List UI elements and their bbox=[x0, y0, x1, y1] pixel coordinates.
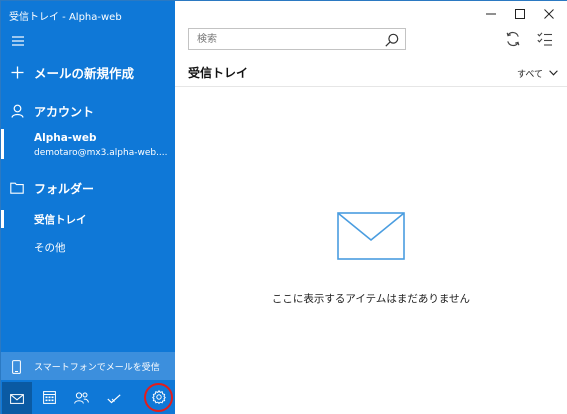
folder-label: 受信トレイ bbox=[34, 214, 87, 226]
maximize-button[interactable] bbox=[510, 5, 530, 21]
calendar-icon bbox=[42, 389, 56, 408]
chevron-down-icon bbox=[549, 69, 558, 79]
bottom-nav bbox=[1, 382, 175, 414]
filter-label: すべて bbox=[517, 70, 544, 80]
get-mail-on-phone-button[interactable]: スマートフォンでメールを受信 bbox=[1, 352, 175, 380]
calendar-nav-button[interactable] bbox=[34, 382, 64, 414]
todo-icon bbox=[107, 389, 121, 408]
search-box bbox=[188, 28, 406, 50]
highlight-circle bbox=[144, 383, 173, 412]
accounts-header-label: アカウント bbox=[34, 104, 95, 119]
search-input[interactable] bbox=[189, 29, 379, 49]
new-mail-label: メールの新規作成 bbox=[34, 65, 135, 81]
account-name: Alpha-web bbox=[34, 132, 97, 144]
folder-icon bbox=[10, 181, 24, 195]
window-title: 受信トレイ - Alpha-web bbox=[9, 12, 122, 23]
folder-label: その他 bbox=[34, 242, 66, 254]
maximize-icon bbox=[515, 4, 525, 23]
hamburger-menu-icon[interactable] bbox=[11, 32, 25, 46]
todo-nav-button[interactable] bbox=[99, 382, 129, 414]
mail-nav-button[interactable] bbox=[2, 382, 32, 414]
search-icon[interactable] bbox=[385, 32, 399, 51]
filter-dropdown[interactable]: すべて bbox=[517, 67, 558, 80]
divider bbox=[175, 86, 567, 87]
minimize-button[interactable] bbox=[481, 5, 501, 21]
folders-header-label: フォルダー bbox=[34, 181, 95, 196]
folder-item-other[interactable]: その他 bbox=[1, 236, 175, 258]
accounts-header[interactable]: アカウント bbox=[1, 101, 175, 121]
folder-item-inbox[interactable]: 受信トレイ bbox=[1, 208, 175, 230]
account-email: demotaro@mx3.alpha-web.... bbox=[34, 148, 168, 158]
phone-label: スマートフォンでメールを受信 bbox=[34, 363, 160, 373]
minimize-icon bbox=[486, 4, 496, 23]
mail-icon bbox=[10, 389, 24, 408]
people-nav-button[interactable] bbox=[66, 382, 96, 414]
envelope-icon bbox=[337, 212, 405, 260]
close-button[interactable] bbox=[539, 5, 559, 21]
selection-mode-button[interactable] bbox=[537, 31, 553, 47]
account-item[interactable]: Alpha-web demotaro@mx3.alpha-web.... bbox=[1, 127, 175, 163]
folder-title: 受信トレイ bbox=[188, 66, 249, 80]
people-icon bbox=[73, 389, 89, 408]
mail-app-window: 受信トレイ - Alpha-web メールの新規作成 アカウント Alpha-w… bbox=[0, 0, 567, 414]
sidebar: 受信トレイ - Alpha-web メールの新規作成 アカウント Alpha-w… bbox=[1, 1, 175, 414]
close-icon bbox=[544, 4, 554, 23]
phone-icon bbox=[12, 359, 21, 378]
empty-state-message: ここに表示するアイテムはまだありません bbox=[271, 293, 471, 305]
folders-header[interactable]: フォルダー bbox=[1, 178, 175, 198]
selection-indicator bbox=[1, 210, 4, 228]
checklist-icon bbox=[537, 32, 553, 51]
sync-button[interactable] bbox=[505, 31, 521, 47]
sync-icon bbox=[505, 31, 521, 51]
message-list-pane: 受信トレイ すべて ここに表示するアイテムはまだありません bbox=[175, 1, 567, 414]
new-mail-button[interactable]: メールの新規作成 bbox=[1, 61, 175, 83]
person-icon bbox=[10, 104, 24, 118]
selection-indicator bbox=[1, 129, 4, 159]
plus-icon bbox=[10, 65, 24, 79]
